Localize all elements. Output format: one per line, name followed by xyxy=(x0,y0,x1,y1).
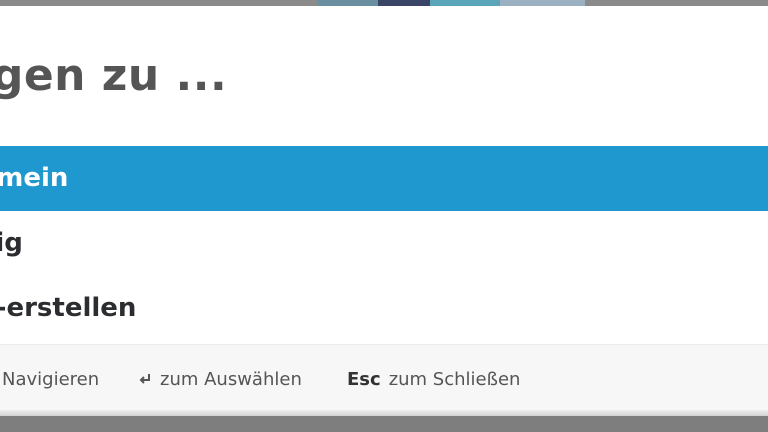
channel-option-label: gemein xyxy=(0,163,69,193)
select-hint-label: zum Auswählen xyxy=(160,369,302,390)
select-hint: zum Auswählen xyxy=(138,368,302,392)
background-window-edge-bottom xyxy=(0,416,768,432)
jump-to-dialog-screen: ngen zu ... gemein ällig oji-erstellen N… xyxy=(0,0,768,432)
channel-option[interactable]: ällig xyxy=(0,211,768,276)
channel-option-label: oji-erstellen xyxy=(0,293,137,323)
esc-key-label: Esc xyxy=(347,369,381,390)
channel-option-list: gemein ällig oji-erstellen xyxy=(0,146,768,341)
return-icon xyxy=(139,374,150,384)
close-hint: Esc zum Schließen xyxy=(347,368,520,392)
navigate-hint: Navigieren xyxy=(2,369,100,390)
close-hint-label: zum Schließen xyxy=(388,369,521,390)
keyboard-hints-footer: Navigieren zum Auswählen Esc zum Schließe… xyxy=(0,344,768,416)
dialog-title: ngen zu ... xyxy=(0,50,228,101)
channel-option[interactable]: oji-erstellen xyxy=(0,276,768,341)
channel-option-label: ällig xyxy=(0,228,23,258)
channel-option-selected[interactable]: gemein xyxy=(0,146,768,211)
